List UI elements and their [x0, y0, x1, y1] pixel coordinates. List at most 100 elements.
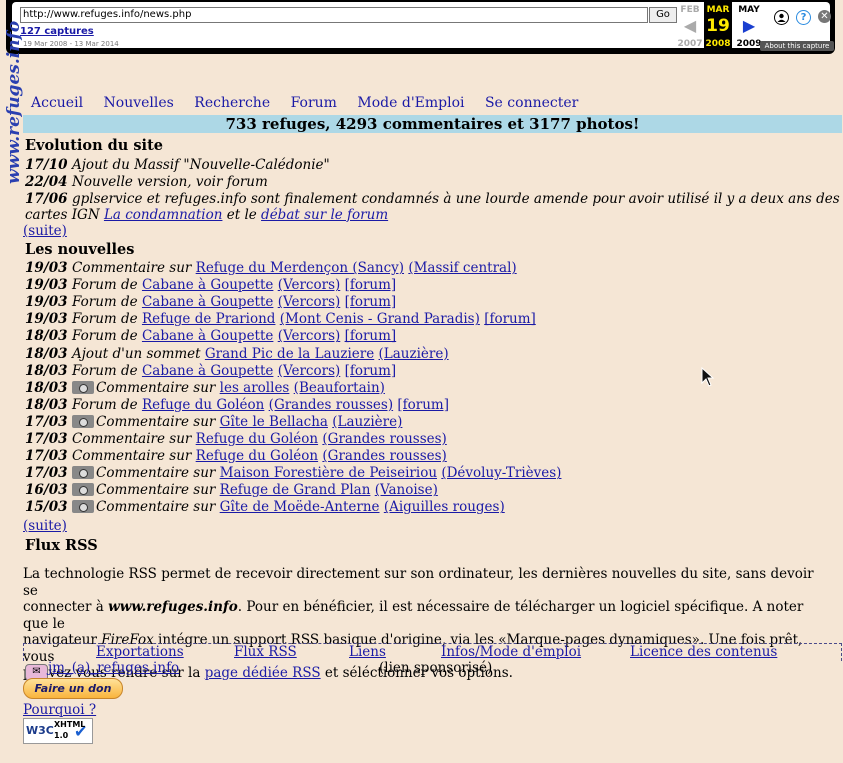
evolution-title: Evolution du site	[25, 137, 163, 154]
news-title: Les nouvelles	[25, 241, 135, 258]
site-logo[interactable]: www.refuges.info	[2, 21, 24, 188]
news-place-link[interactable]: Gîte le Bellacha	[220, 414, 328, 430]
news-massif-link[interactable]: (Beaufortain)	[294, 380, 385, 396]
nav-accueil[interactable]: Accueil	[31, 95, 83, 111]
news-massif-link[interactable]: (Vercors)	[278, 277, 341, 293]
evolution-more-link[interactable]: (suite)	[23, 223, 67, 239]
wayback-prev-column[interactable]: FEB ◀ 2007	[676, 2, 704, 49]
news-place-link[interactable]: Refuge de Grand Plan	[220, 482, 371, 498]
xhtml-badge[interactable]: W3C XHTML 1.0 ✔	[23, 718, 93, 744]
why-link[interactable]: Pourquoi ?	[23, 702, 96, 718]
footer-rss-link[interactable]: Flux RSS	[234, 644, 297, 660]
footer-exportations-link[interactable]: Exportations	[96, 644, 184, 660]
news-place-link[interactable]: Cabane à Goupette	[142, 294, 273, 310]
news-item: 19/03 Commentaire sur Refuge du Merdençon…	[25, 260, 517, 277]
news-item: 17/03 Commentaire sur Refuge du Goléon (G…	[25, 431, 447, 448]
wayback-about-button[interactable]: About this capture	[760, 41, 834, 51]
rss-line: La technologie RSS permet de recevoir di…	[23, 566, 814, 599]
news-forum-link[interactable]: [forum]	[345, 328, 397, 344]
footer-licence-link[interactable]: Licence des contenus	[630, 644, 777, 660]
help-icon[interactable]: ?	[796, 10, 811, 25]
condamnation-link[interactable]: La condamnation	[104, 207, 223, 223]
debat-forum-link[interactable]: débat sur le forum	[261, 207, 388, 223]
news-date: 18/03	[25, 396, 68, 413]
nav-forum[interactable]: Forum	[291, 95, 337, 111]
news-massif-link[interactable]: (Grandes rousses)	[269, 397, 393, 413]
news-place-link[interactable]: Gîte de Moëde-Anterne	[220, 499, 380, 515]
news-forum-link[interactable]: [forum]	[345, 277, 397, 293]
wayback-captures-link[interactable]: 127 captures	[20, 26, 94, 37]
nav-mode-emploi[interactable]: Mode d'Emploi	[357, 95, 464, 111]
news-date: 17/03	[25, 431, 68, 447]
news-place-link[interactable]: Cabane à Goupette	[142, 328, 273, 344]
news-massif-link[interactable]: (Grandes rousses)	[322, 431, 446, 447]
news-place-link[interactable]: Grand Pic de la Lauziere	[205, 346, 374, 362]
news-massif-link[interactable]: (Dévoluy-Trièves)	[441, 465, 561, 481]
news-verb: Ajout d'un sommet	[72, 345, 201, 362]
news-place-link[interactable]: Refuge du Goléon	[196, 448, 318, 464]
news-more-link[interactable]: (suite)	[23, 518, 67, 534]
news-forum-link[interactable]: [forum]	[345, 294, 397, 310]
news-massif-link[interactable]: (Mont Cenis - Grand Paradis)	[280, 311, 480, 327]
news-item: 19/03 Forum de Cabane à Goupette (Vercors…	[25, 277, 396, 294]
news-place-link[interactable]: Refuge du Merdençon (Sancy)	[196, 260, 404, 276]
news-massif-link[interactable]: (Lauzière)	[332, 414, 402, 430]
footer-liens-link[interactable]: Liens	[349, 644, 386, 660]
prev-arrow-icon[interactable]: ◀	[676, 15, 704, 37]
wayback-cur-month: MAR	[706, 5, 730, 15]
nav-recherche[interactable]: Recherche	[194, 95, 270, 111]
wayback-prev-year: 2007	[677, 39, 703, 49]
news-massif-link[interactable]: (Massif central)	[408, 260, 516, 276]
evolution-item: 22/04 Nouvelle version, voir forum	[25, 174, 268, 191]
rss-page-link[interactable]: page dédiée RSS	[205, 665, 321, 681]
news-massif-link[interactable]: (Lauzière)	[379, 346, 449, 362]
news-date: 17/03	[25, 465, 68, 482]
news-massif-link[interactable]: (Vercors)	[278, 294, 341, 310]
next-arrow-icon[interactable]: ▶	[733, 15, 765, 37]
evolution-item: 17/10 Ajout du Massif "Nouvelle-Calédonie…	[25, 157, 330, 174]
news-item: 18/03 Ajout d'un sommet Grand Pic de la L…	[25, 346, 449, 363]
nav-se-connecter[interactable]: Se connecter	[485, 95, 578, 111]
news-massif-link[interactable]: (Grandes rousses)	[322, 448, 446, 464]
donate-button[interactable]: Faire un don	[23, 678, 123, 699]
news-massif-link[interactable]: (Vercors)	[278, 328, 341, 344]
evolution-item-cont: cartes IGN La condamnation et le débat s…	[25, 207, 388, 224]
wayback-current-column: MAR 19 2008	[704, 2, 732, 49]
news-place-link[interactable]: Refuge de Prariond	[142, 311, 276, 327]
footer-infos-link[interactable]: Infos/Mode d'emploi	[441, 644, 581, 660]
news-forum-link[interactable]: [forum]	[484, 311, 536, 327]
news-place-link[interactable]: Refuge du Goléon	[142, 397, 264, 413]
contact-mail-link[interactable]: jm_(a)_refuges.info	[48, 660, 179, 676]
news-item: 17/03 Commentaire sur Refuge du Goléon (G…	[25, 448, 447, 465]
news-place-link[interactable]: Maison Forestière de Peiseiriou	[220, 465, 437, 481]
xhtml-version: 1.0	[54, 731, 69, 740]
camera-icon	[72, 414, 94, 428]
camera-icon	[72, 466, 94, 480]
evolution-text: cartes IGN	[25, 207, 100, 223]
news-verb: Commentaire sur	[96, 413, 216, 430]
news-place-link[interactable]: Cabane à Goupette	[142, 277, 273, 293]
news-place-link[interactable]: les arolles	[220, 380, 290, 396]
user-icon[interactable]	[774, 10, 789, 25]
rss-text: connecter à	[23, 599, 104, 615]
evolution-date: 22/04	[25, 174, 68, 190]
evolution-more-row: (suite)	[23, 223, 67, 240]
wayback-url-input[interactable]: http://www.refuges.info/news.php	[20, 7, 648, 23]
news-massif-link[interactable]: (Aiguilles rouges)	[384, 499, 505, 515]
news-forum-link[interactable]: [forum]	[397, 397, 449, 413]
news-forum-link[interactable]: [forum]	[345, 363, 397, 379]
wayback-icons: ? ✕	[774, 10, 831, 26]
news-item: 16/03 Commentaire sur Refuge de Grand Pla…	[25, 482, 438, 499]
footer-links: Exportations Flux RSS Liens Infos/Mode d…	[23, 643, 842, 661]
wayback-go-button[interactable]: Go	[649, 7, 677, 23]
news-place-link[interactable]: Refuge du Goléon	[196, 431, 318, 447]
close-icon[interactable]: ✕	[818, 10, 831, 23]
news-massif-link[interactable]: (Vercors)	[278, 363, 341, 379]
news-verb: Forum de	[72, 311, 138, 328]
news-date: 17/03	[25, 413, 68, 430]
news-place-link[interactable]: Cabane à Goupette	[142, 363, 273, 379]
news-massif-link[interactable]: (Vanoise)	[375, 482, 438, 498]
news-date: 18/03	[25, 328, 68, 345]
news-verb: Commentaire sur	[72, 448, 192, 465]
nav-nouvelles[interactable]: Nouvelles	[104, 95, 174, 111]
